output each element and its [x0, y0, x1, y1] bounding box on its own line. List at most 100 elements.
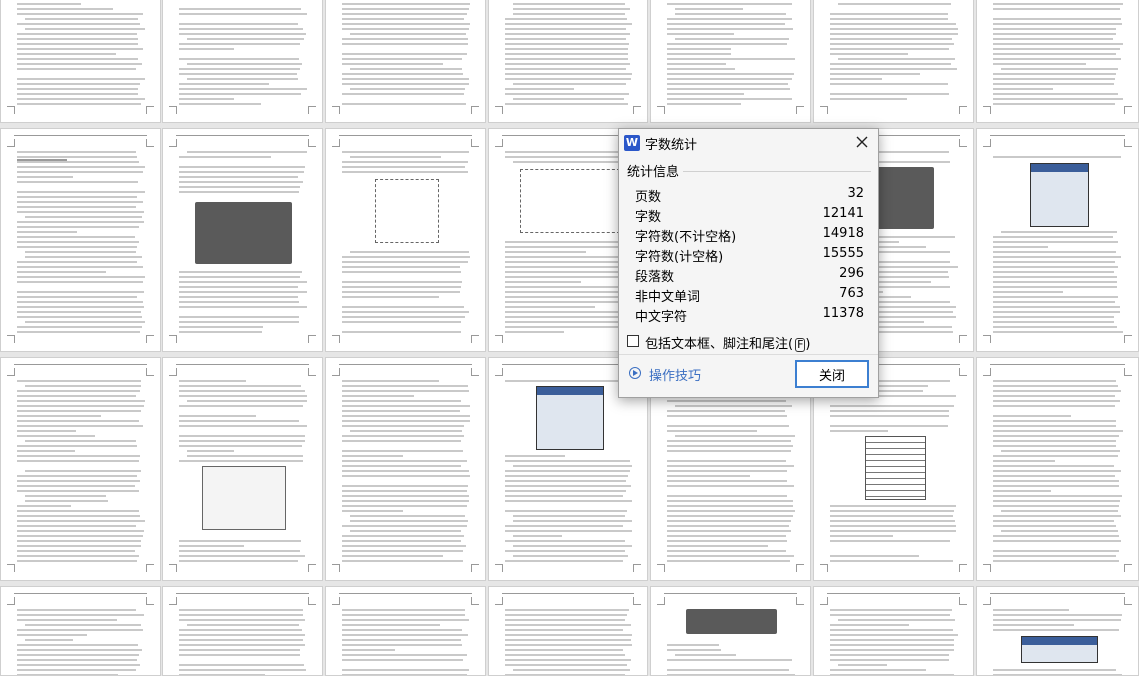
stat-label: 页数	[635, 190, 662, 205]
page-header-rule	[826, 593, 961, 594]
text-line	[830, 73, 920, 75]
text-line	[17, 103, 141, 105]
text-line	[17, 201, 143, 203]
crop-mark	[983, 368, 991, 376]
page-thumbnail[interactable]	[162, 586, 323, 676]
page-thumbnail[interactable]	[976, 128, 1139, 352]
text-line	[342, 455, 403, 457]
page-thumbnail[interactable]	[976, 586, 1139, 676]
text-line	[830, 639, 954, 641]
text-line	[342, 256, 470, 258]
page-thumbnail[interactable]	[813, 586, 974, 676]
text-line	[342, 475, 470, 477]
text-line	[179, 171, 304, 173]
text-line	[179, 103, 261, 105]
dialog-titlebar[interactable]: W 字数统计	[619, 129, 878, 157]
crop-mark	[471, 564, 479, 572]
page-thumbnail[interactable]	[813, 0, 974, 123]
text-line	[17, 3, 81, 5]
page-thumbnail[interactable]	[0, 128, 161, 352]
text-line	[830, 28, 958, 30]
page-thumbnail[interactable]	[976, 357, 1139, 581]
text-line	[830, 614, 950, 616]
text-line	[993, 614, 1122, 616]
text-line	[179, 649, 300, 651]
text-line	[342, 500, 469, 502]
text-line	[993, 425, 1116, 427]
text-line	[830, 405, 954, 407]
text-line	[993, 405, 1115, 407]
page-thumbnail[interactable]	[0, 586, 161, 676]
text-line	[505, 251, 586, 253]
text-line	[187, 63, 302, 65]
page-thumbnail[interactable]	[325, 586, 486, 676]
text-line	[993, 311, 1120, 313]
close-icon[interactable]	[852, 132, 872, 152]
page-header-rule	[175, 593, 310, 594]
crop-mark	[7, 335, 15, 343]
text-line	[342, 609, 465, 611]
crop-mark	[796, 106, 804, 114]
crop-mark	[332, 335, 340, 343]
page-thumbnail[interactable]	[162, 128, 323, 352]
text-line	[505, 510, 627, 512]
checkbox-label[interactable]: 包括文本框、脚注和尾注(F)	[645, 333, 811, 352]
text-line	[179, 420, 299, 422]
text-line	[830, 53, 908, 55]
text-line	[17, 550, 135, 552]
checkbox-box[interactable]	[627, 335, 639, 347]
text-line	[350, 430, 462, 432]
page-thumbnail[interactable]	[162, 357, 323, 581]
page-thumbnail[interactable]	[0, 0, 161, 123]
text-line	[830, 530, 956, 532]
text-line	[667, 460, 786, 462]
close-button[interactable]: 关闭	[795, 360, 869, 388]
text-line	[993, 281, 1117, 283]
text-line	[179, 306, 307, 308]
text-line	[505, 485, 631, 487]
text-line	[505, 475, 628, 477]
page-thumbnail[interactable]	[488, 0, 648, 123]
text-line	[179, 181, 303, 183]
tips-link[interactable]: 操作技巧	[629, 366, 749, 384]
text-line	[187, 400, 307, 402]
text-line	[342, 316, 465, 318]
text-line	[505, 634, 632, 636]
text-line	[17, 78, 145, 80]
text-line	[342, 73, 463, 75]
text-line	[993, 435, 1119, 437]
text-line	[505, 261, 623, 263]
page-thumbnail[interactable]	[976, 0, 1139, 123]
text-line	[342, 400, 461, 402]
page-thumbnail[interactable]	[325, 0, 486, 123]
text-line	[505, 276, 631, 278]
text-line	[17, 460, 139, 462]
text-line	[505, 629, 623, 631]
page-thumbnail[interactable]	[325, 128, 486, 352]
text-line	[17, 296, 137, 298]
text-line	[350, 156, 441, 158]
page-thumbnail[interactable]	[488, 586, 648, 676]
section-divider	[683, 171, 871, 172]
page-thumbnail[interactable]	[162, 0, 323, 123]
crop-mark	[7, 368, 15, 376]
text-line	[505, 490, 626, 492]
text-line	[667, 530, 791, 532]
include-textboxes-footnotes-checkbox[interactable]: 包括文本框、脚注和尾注(F)	[627, 334, 827, 352]
text-line	[993, 291, 1063, 293]
text-line	[667, 644, 719, 646]
text-line	[667, 520, 791, 522]
crop-mark	[495, 335, 503, 343]
tips-label[interactable]: 操作技巧	[649, 365, 701, 384]
text-line	[342, 281, 462, 283]
text-line	[179, 550, 300, 552]
page-thumbnail[interactable]	[325, 357, 486, 581]
text-line	[993, 38, 1113, 40]
text-line	[25, 28, 145, 30]
text-line	[505, 619, 625, 621]
text-line	[17, 246, 137, 248]
page-thumbnail[interactable]	[650, 0, 811, 123]
page-thumbnail[interactable]	[0, 357, 161, 581]
text-line	[830, 23, 956, 25]
page-thumbnail[interactable]	[650, 586, 811, 676]
